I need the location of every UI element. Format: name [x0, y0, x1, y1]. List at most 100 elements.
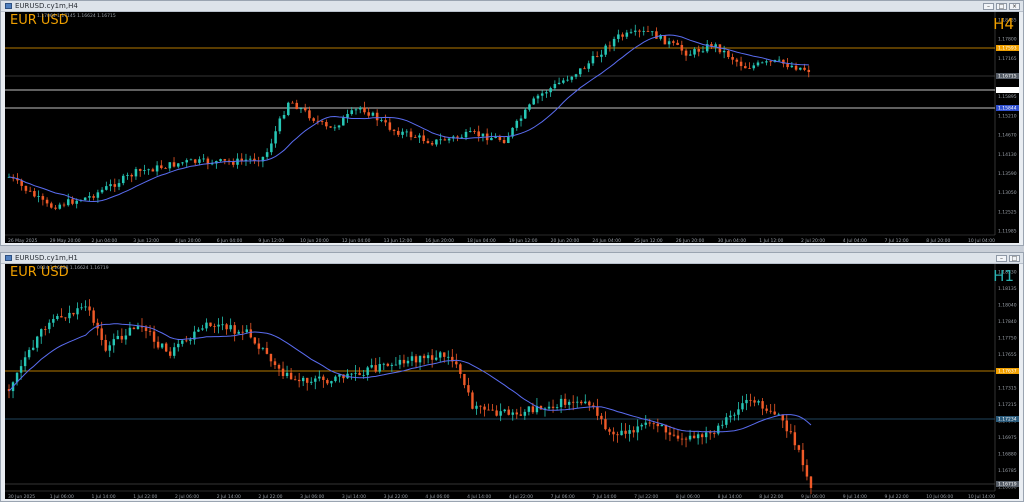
candle-body[interactable]	[105, 186, 108, 190]
candle-body[interactable]	[27, 349, 31, 358]
candle-body[interactable]	[148, 330, 152, 332]
candle-body[interactable]	[185, 160, 188, 163]
candle-body[interactable]	[676, 435, 680, 439]
candle-body[interactable]	[253, 337, 257, 344]
candle-body[interactable]	[689, 54, 692, 56]
candle-body[interactable]	[160, 165, 163, 169]
candle-body[interactable]	[54, 207, 57, 209]
candle-body[interactable]	[494, 136, 497, 138]
candle-body[interactable]	[688, 435, 692, 440]
candle-body[interactable]	[701, 51, 705, 53]
candle-body[interactable]	[350, 373, 353, 375]
candle-body[interactable]	[120, 335, 124, 340]
candle-body[interactable]	[56, 316, 59, 320]
candle-body[interactable]	[60, 316, 63, 318]
candle-body[interactable]	[172, 162, 176, 167]
candle-body[interactable]	[714, 44, 717, 47]
candle-body[interactable]	[147, 169, 150, 171]
candle-body[interactable]	[394, 364, 398, 366]
candle-body[interactable]	[612, 38, 616, 47]
h4-chart-area[interactable]: 1.184351.178001.171651.165301.158951.152…	[5, 12, 1019, 243]
candle-body[interactable]	[443, 352, 446, 357]
candle-body[interactable]	[92, 196, 95, 198]
candle-body[interactable]	[92, 310, 95, 323]
candle-body[interactable]	[100, 189, 104, 193]
candle-body[interactable]	[473, 131, 476, 132]
candle-body[interactable]	[620, 430, 623, 436]
candle-body[interactable]	[536, 95, 540, 99]
candle-body[interactable]	[136, 326, 140, 329]
candle-body[interactable]	[164, 343, 168, 352]
candle-body[interactable]	[318, 376, 321, 379]
candle-body[interactable]	[625, 32, 629, 37]
candle-body[interactable]	[384, 120, 387, 123]
candle-body[interactable]	[559, 398, 563, 408]
candle-body[interactable]	[455, 361, 458, 365]
candle-body[interactable]	[749, 399, 752, 401]
candle-body[interactable]	[426, 355, 430, 359]
candle-body[interactable]	[757, 401, 760, 403]
candle-body[interactable]	[713, 433, 716, 434]
candle-body[interactable]	[422, 355, 426, 359]
candle-body[interactable]	[58, 204, 62, 209]
candle-body[interactable]	[456, 136, 459, 138]
candle-body[interactable]	[354, 372, 357, 374]
candle-body[interactable]	[443, 139, 447, 141]
candle-body[interactable]	[334, 376, 337, 382]
candle-body[interactable]	[40, 329, 43, 337]
candle-body[interactable]	[563, 398, 567, 405]
candle-body[interactable]	[314, 378, 317, 382]
candle-body[interactable]	[418, 355, 422, 363]
candle-body[interactable]	[668, 432, 672, 435]
candle-body[interactable]	[704, 432, 708, 438]
candle-body[interactable]	[471, 392, 474, 409]
candle-body[interactable]	[88, 196, 91, 198]
candle-body[interactable]	[608, 429, 611, 432]
candle-body[interactable]	[346, 114, 349, 118]
candle-body[interactable]	[644, 422, 647, 425]
candle-body[interactable]	[337, 125, 341, 128]
candle-body[interactable]	[583, 68, 586, 70]
candle-body[interactable]	[761, 401, 764, 409]
candle-body[interactable]	[753, 400, 756, 403]
candle-body[interactable]	[128, 327, 132, 336]
candle-body[interactable]	[680, 44, 684, 51]
candle-body[interactable]	[634, 30, 637, 32]
candle-body[interactable]	[350, 110, 354, 115]
candle-body[interactable]	[197, 329, 200, 332]
candle-body[interactable]	[596, 406, 599, 416]
candle-body[interactable]	[112, 339, 115, 346]
candle-body[interactable]	[398, 359, 402, 365]
candle-body[interactable]	[481, 133, 485, 137]
candle-body[interactable]	[549, 88, 552, 93]
candle-body[interactable]	[96, 192, 100, 198]
candle-body[interactable]	[515, 120, 519, 128]
candle-body[interactable]	[693, 49, 696, 55]
candle-body[interactable]	[37, 196, 40, 197]
candle-body[interactable]	[229, 325, 232, 330]
candle-body[interactable]	[498, 136, 502, 140]
candle-body[interactable]	[727, 50, 730, 58]
candle-body[interactable]	[366, 367, 369, 376]
candle-body[interactable]	[502, 139, 506, 143]
candle-body[interactable]	[124, 335, 128, 340]
candle-body[interactable]	[213, 326, 216, 327]
candle-body[interactable]	[390, 364, 394, 366]
candle-body[interactable]	[152, 331, 156, 342]
candle-body[interactable]	[205, 322, 208, 329]
candle-body[interactable]	[434, 357, 438, 360]
candle-body[interactable]	[375, 112, 379, 121]
candle-body[interactable]	[160, 343, 164, 348]
candle-body[interactable]	[571, 401, 575, 403]
candle-body[interactable]	[23, 357, 27, 367]
candle-body[interactable]	[155, 165, 159, 172]
candle-body[interactable]	[638, 30, 641, 32]
candle-body[interactable]	[570, 76, 574, 80]
candle-body[interactable]	[48, 322, 51, 330]
candle-body[interactable]	[515, 412, 518, 415]
candle-body[interactable]	[797, 445, 801, 450]
candle-body[interactable]	[588, 401, 591, 406]
candle-body[interactable]	[151, 169, 155, 172]
candle-body[interactable]	[386, 363, 390, 366]
candle-body[interactable]	[499, 411, 502, 416]
